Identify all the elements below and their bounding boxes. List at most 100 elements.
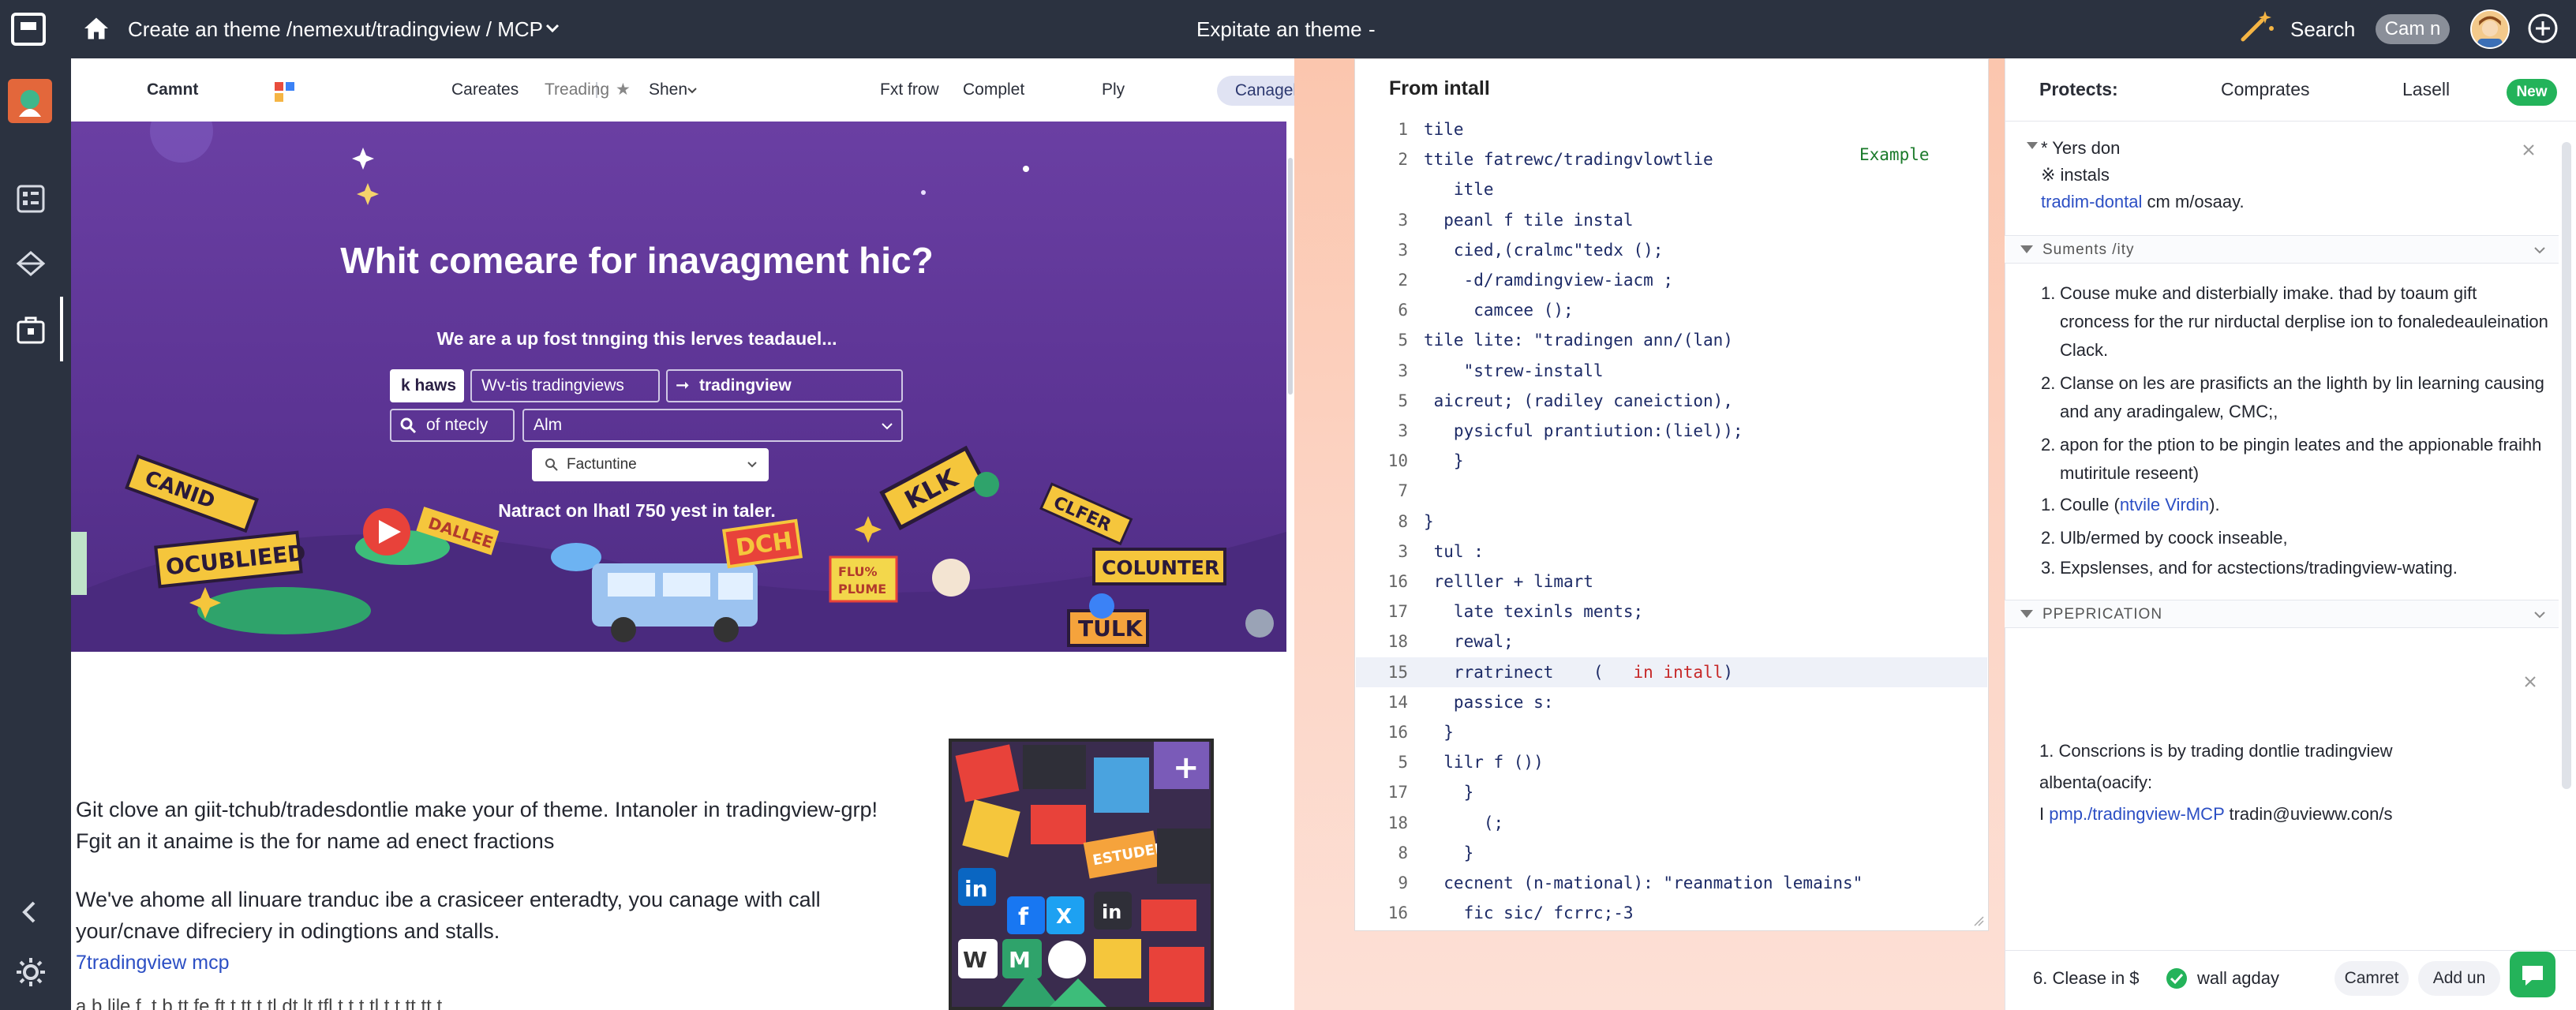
chevron-down-icon[interactable] <box>543 19 562 38</box>
code-line[interactable]: 8 } <box>1356 838 1987 868</box>
dashboard-icon[interactable] <box>13 181 48 216</box>
code-line[interactable]: 7 <box>1356 476 1987 506</box>
line-number: 7 <box>1398 481 1408 501</box>
code-line[interactable]: 6 camcee (); <box>1356 295 1987 325</box>
nav-link-treading[interactable]: Treading <box>545 58 609 122</box>
code-line[interactable]: 5 tile lite: "tradingen ann/(lan) <box>1356 325 1987 355</box>
code-line[interactable]: 3 pysicful prantiution:(liel)); <box>1356 416 1987 446</box>
code-line[interactable]: 17 } <box>1356 777 1987 807</box>
section-header-ppeprication[interactable]: PPEPRICATION <box>2005 600 2559 628</box>
svg-text:W: W <box>963 947 987 973</box>
code-text: } <box>1424 451 1464 471</box>
account-chip[interactable]: Cam n <box>2376 14 2450 44</box>
hero-button-k-haws[interactable]: k haws <box>390 369 464 402</box>
line-number: 1 <box>1398 120 1408 139</box>
code-line[interactable]: 14 passice s: <box>1356 687 1987 717</box>
layers-icon[interactable] <box>13 248 48 282</box>
avatar[interactable] <box>2470 9 2510 49</box>
code-line[interactable]: 5 aicreut; (radiley caneiction), <box>1356 386 1987 416</box>
resize-handle-icon[interactable] <box>1973 915 1984 926</box>
new-badge[interactable]: New <box>2507 79 2557 106</box>
code-line[interactable]: 15 rratrinect ( in intall) <box>1356 656 1987 687</box>
hero-button-tradingview-label: tradingview <box>699 376 792 395</box>
code-line[interactable]: itle <box>1356 174 1987 204</box>
close-icon[interactable] <box>2521 142 2537 158</box>
hero-button-tradingviews[interactable]: Wv-tis tradingviews <box>470 369 660 402</box>
home-icon[interactable] <box>82 14 110 43</box>
code-line[interactable]: 10 } <box>1356 446 1987 476</box>
code-line[interactable]: 3 "strew-install <box>1356 356 1987 386</box>
note-line-1: 1. Conscrions is by trading dontlie trad… <box>2039 741 2393 761</box>
code-line[interactable]: 3 peanl f tile instal <box>1356 205 1987 235</box>
note-link[interactable]: pmp./tradingview-MCP <box>2049 804 2224 824</box>
tab-lasell[interactable]: Lasell <box>2402 79 2450 100</box>
plus-circle-icon[interactable] <box>2525 11 2560 46</box>
top-link[interactable]: tradim-dontal <box>2041 192 2142 211</box>
star-icon: ★ <box>616 80 631 99</box>
list-item: 3. Expslenses, and for acstections/tradin… <box>2041 558 2458 578</box>
workspace-icon[interactable] <box>8 79 52 123</box>
cancel-button[interactable]: Camret <box>2334 961 2409 996</box>
section-header-suments[interactable]: Suments /ity <box>2005 235 2559 264</box>
code-line[interactable]: 8} <box>1356 507 1987 537</box>
line-number: 16 <box>1387 903 1408 923</box>
hero-button-tradingview[interactable]: ➞ tradingview <box>666 369 903 402</box>
tab-protects[interactable]: Protects: <box>2039 79 2118 100</box>
right-panel-scrollbar[interactable] <box>2562 142 2571 789</box>
chevron-down-icon[interactable] <box>687 85 698 96</box>
close-icon[interactable] <box>2522 674 2538 690</box>
chevron-down-icon <box>2534 612 2545 619</box>
chevron-down-icon <box>747 462 757 468</box>
breadcrumb[interactable]: Create an theme /nemexut/tradingview / M… <box>128 0 543 58</box>
nav-link-complet[interactable]: Complet <box>963 58 1024 122</box>
list-item: 2. Ulb/ermed by coock inseable, <box>2041 528 2288 548</box>
app-logo-icon[interactable] <box>11 13 46 46</box>
nav-link-ply[interactable]: Ply <box>1102 58 1125 122</box>
add-button[interactable]: Add un <box>2418 961 2500 996</box>
search-button[interactable]: Search <box>2290 0 2355 58</box>
hero-dropdown-factuntine[interactable]: Factuntine <box>532 448 769 481</box>
code-line[interactable]: 17 late texinls ments; <box>1356 597 1987 627</box>
chat-button[interactable] <box>2510 952 2555 997</box>
left-pane-scrollbar[interactable] <box>1288 158 1293 395</box>
site-brand[interactable]: Camnt <box>147 58 198 122</box>
code-line[interactable]: 3 cied,(cralmc"tedx (); <box>1356 235 1987 265</box>
collapse-caret-icon[interactable] <box>2027 142 2038 149</box>
code-line[interactable]: 16 } <box>1356 717 1987 747</box>
code-line[interactable]: 9 cecnent (n-mational): "reanmation lema… <box>1356 868 1987 898</box>
line-number: 10 <box>1387 451 1408 471</box>
nav-link-shen[interactable]: Shen <box>649 58 687 122</box>
doc-link-tradingview-mcp[interactable]: 7tradingview mcp <box>76 952 230 974</box>
window-title: Expitate an theme <box>1196 17 1362 41</box>
code-line[interactable]: 2 -d/ramdingview-iacm ; <box>1356 265 1987 295</box>
magic-wand-icon[interactable] <box>2238 6 2276 44</box>
list-item-link[interactable]: ntvile Virdin <box>2120 495 2209 514</box>
code-line[interactable]: 16 fic sic/ fcrrc;-3 <box>1356 898 1987 928</box>
hero-filter-field[interactable]: of ntecly <box>390 409 515 442</box>
gear-icon[interactable] <box>13 955 48 989</box>
code-line[interactable]: 16 relller + limart <box>1356 567 1987 597</box>
code-text: aicreut; (radiley caneiction), <box>1424 391 1733 410</box>
code-line[interactable]: 3 tul : <box>1356 537 1987 567</box>
line-number: 3 <box>1398 541 1408 561</box>
tab-comprates[interactable]: Comprates <box>2221 79 2309 100</box>
code-text: peanl f tile instal <box>1424 210 1634 230</box>
hero-callout: Natract on lhatl 750 yest in taler. <box>498 500 776 521</box>
section-title-ppeprication: PPEPRICATION <box>2042 606 2163 623</box>
hero-select-alm[interactable]: Alm <box>522 409 903 442</box>
svg-text:TULK: TULK <box>1078 615 1144 642</box>
briefcase-icon[interactable] <box>13 312 48 347</box>
code-line[interactable]: 18 rewal; <box>1356 627 1987 656</box>
nav-link-fxt-frow[interactable]: Fxt frow <box>880 58 939 122</box>
line-number: 17 <box>1387 783 1408 802</box>
line-number: 2 <box>1398 271 1408 290</box>
chevron-down-icon <box>882 423 893 430</box>
code-line[interactable]: 1 tile <box>1356 114 1987 144</box>
code-line[interactable]: 5 lilr f ()) <box>1356 747 1987 777</box>
line-number: 3 <box>1398 361 1408 380</box>
code-line[interactable]: 18 (; <box>1356 808 1987 838</box>
nav-link-careates[interactable]: Careates <box>451 58 519 122</box>
collapse-caret-icon <box>2020 245 2033 253</box>
social-collage-image: ESTUDER in f X in W M + <box>949 739 1214 1010</box>
collapse-icon[interactable] <box>13 895 48 930</box>
